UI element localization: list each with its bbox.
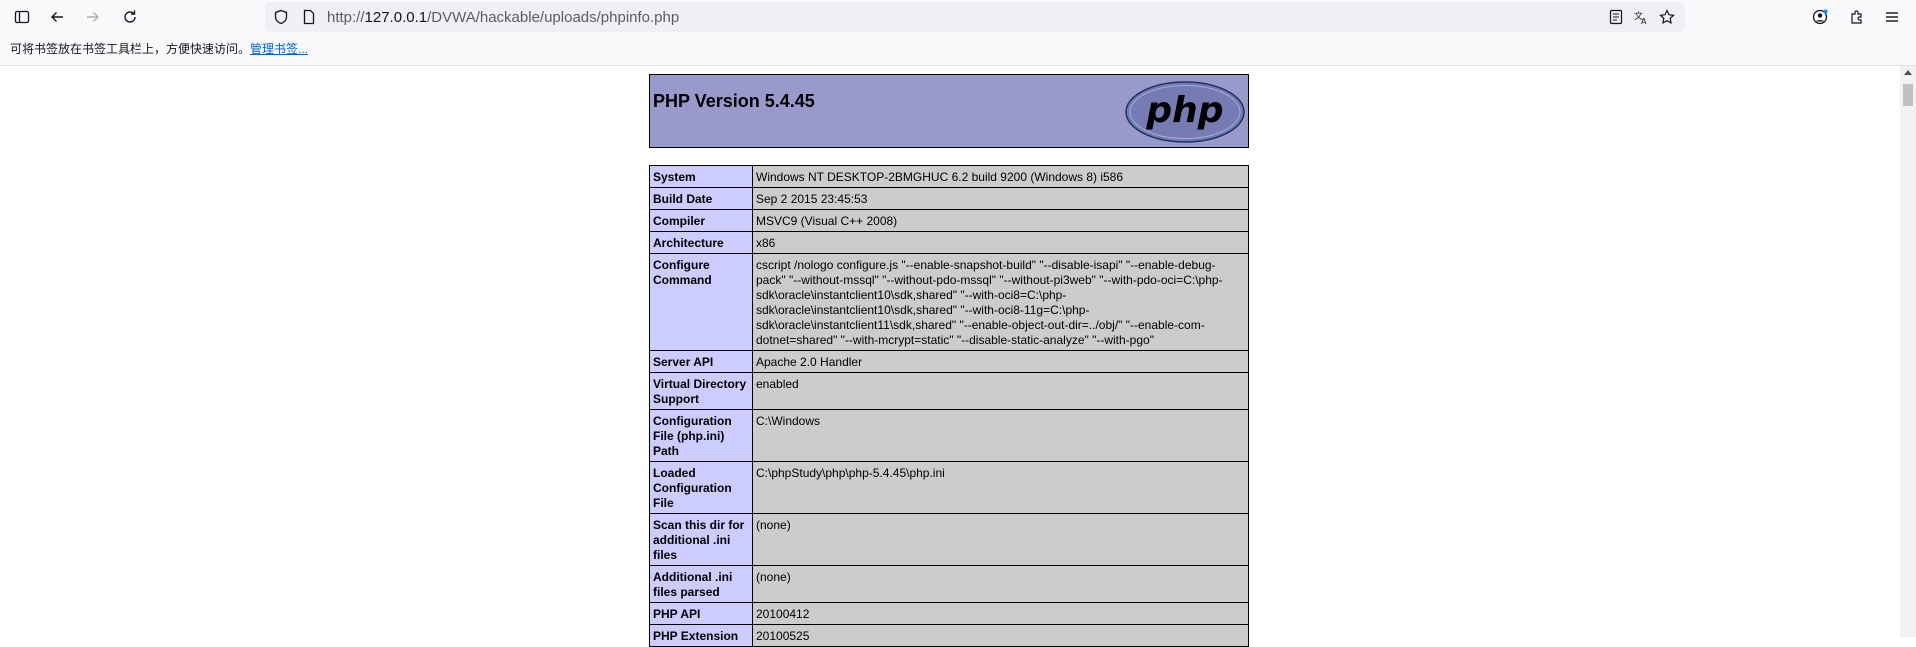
table-row: Additional .ini files parsed (none) [649,565,1249,603]
svg-text:A: A [1641,17,1647,25]
row-key: System [649,165,753,188]
forward-icon[interactable] [81,5,105,29]
extensions-icon[interactable] [1845,5,1869,29]
table-row: Loaded Configuration File C:\phpStudy\php… [649,461,1249,514]
row-value: x86 [752,231,1249,254]
table-row: Configure Command cscript /nologo configu… [649,253,1249,351]
row-value: Apache 2.0 Handler [752,350,1249,373]
account-icon[interactable] [1808,5,1832,29]
row-key: Virtual Directory Support [649,372,753,410]
translate-icon[interactable]: 文A [1629,5,1653,29]
page-scrollbar[interactable] [1900,66,1916,637]
bookmarks-hint: 可将书签放在书签工具栏上，方便快速访问。管理书签... [10,42,309,56]
row-value: 20100412 [752,602,1249,625]
manage-bookmarks-link[interactable]: 管理书签... [250,42,308,56]
row-key: Additional .ini files parsed [649,565,753,603]
row-value: Sep 2 2015 23:45:53 [752,187,1249,210]
table-row: PHP Extension 20100525 [649,624,1249,647]
row-value: enabled [752,372,1249,410]
reload-icon[interactable] [118,5,142,29]
table-row: Scan this dir for additional .ini files(… [649,513,1249,566]
menu-icon[interactable] [1880,5,1904,29]
scroll-up-arrow-icon[interactable] [1904,70,1912,75]
row-key: PHP Extension [649,624,753,647]
table-row: System Windows NT DESKTOP-2BMGHUC 6.2 bui… [649,165,1249,188]
svg-text:php: php [1145,90,1223,131]
table-row: Architecture x86 [649,231,1249,254]
row-value: cscript /nologo configure.js "--enable-s… [752,253,1249,351]
phpinfo-page: PHP Version 5.4.45 php System Windows NT … [649,74,1249,647]
phpinfo-header: PHP Version 5.4.45 php [649,74,1249,148]
url-bar[interactable]: http://127.0.0.1/DVWA/hackable/uploads/p… [265,2,1685,32]
row-value: (none) [752,565,1249,603]
row-value: C:\Windows [752,409,1249,462]
url-text[interactable]: http://127.0.0.1/DVWA/hackable/uploads/p… [327,9,679,26]
browser-toolbar: http://127.0.0.1/DVWA/hackable/uploads/p… [0,0,1916,34]
row-key: Configuration File (php.ini) Path [649,409,753,462]
back-icon[interactable] [45,5,69,29]
phpinfo-table: System Windows NT DESKTOP-2BMGHUC 6.2 bui… [649,165,1249,647]
row-value: 20100525 [752,624,1249,647]
page-icon[interactable] [297,5,321,29]
row-key: Configure Command [649,253,753,351]
bookmarks-toolbar: 可将书签放在书签工具栏上，方便快速访问。管理书签... [0,34,1916,66]
shield-icon[interactable] [269,5,293,29]
table-row: Compiler MSVC9 (Visual C++ 2008) [649,209,1249,232]
row-key: Loaded Configuration File [649,461,753,514]
row-key: Compiler [649,209,753,232]
row-key: Architecture [649,231,753,254]
table-row: Build Date Sep 2 2015 23:45:53 [649,187,1249,210]
row-value: MSVC9 (Visual C++ 2008) [752,209,1249,232]
row-key: Scan this dir for additional .ini files [649,513,753,566]
table-row: Virtual Directory Support enabled [649,372,1249,410]
php-logo-icon[interactable]: php [1125,81,1245,143]
table-row: PHP API 20100412 [649,602,1249,625]
row-value: Windows NT DESKTOP-2BMGHUC 6.2 build 920… [752,165,1249,188]
scrollbar-thumb[interactable] [1903,84,1913,106]
sidebar-icon[interactable] [10,5,34,29]
row-key: Server API [649,350,753,373]
table-row: Server API Apache 2.0 Handler [649,350,1249,373]
row-key: PHP API [649,602,753,625]
php-version-title: PHP Version 5.4.45 [653,91,815,111]
row-key: Build Date [649,187,753,210]
table-row: Configuration File (php.ini) Path C:\Wind… [649,409,1249,462]
row-value: C:\phpStudy\php\php-5.4.45\php.ini [752,461,1249,514]
reader-view-icon[interactable] [1604,5,1628,29]
row-value: (none) [752,513,1249,566]
bookmark-star-icon[interactable] [1655,5,1679,29]
